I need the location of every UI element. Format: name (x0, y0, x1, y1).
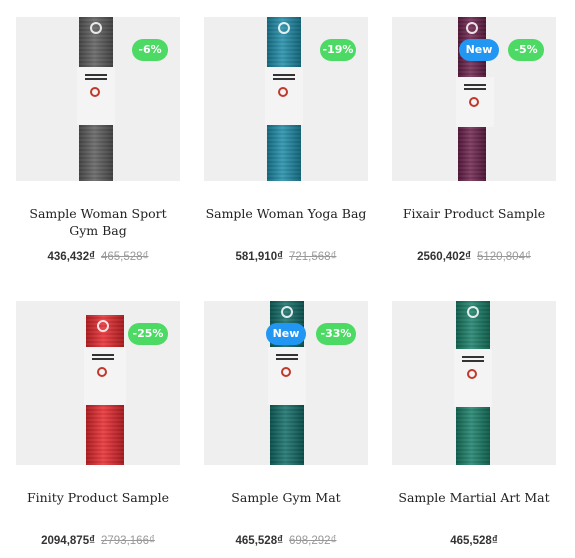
current-price: 436,432₫ (47, 251, 95, 263)
brand-logo-icon (97, 320, 109, 332)
price-row: 581,910₫ 721,568₫ (204, 251, 368, 263)
product-card[interactable]: Sample Martial Art Mat 465,528₫ (392, 301, 556, 547)
brand-logo-icon (281, 306, 293, 318)
product-card[interactable]: -19% Sample Woman Yoga Bag 581,910₫ 721,5… (204, 17, 368, 263)
old-price: 2793,166₫ (101, 535, 155, 547)
old-price: 721,568₫ (289, 251, 337, 263)
product-title[interactable]: Sample Woman Sport Gym Bag (16, 205, 180, 239)
yoga-mat-image (77, 17, 115, 181)
brand-logo-icon (466, 22, 478, 34)
current-price: 2560,402₫ (417, 251, 471, 263)
yoga-mat-image (84, 315, 126, 465)
price-row: 2094,875₫ 2793,166₫ (16, 535, 180, 547)
discount-badge: -19% (320, 39, 356, 61)
product-title[interactable]: Finity Product Sample (16, 489, 180, 523)
product-card[interactable]: New -5% Fixair Product Sample 2560,402₫ 5… (392, 17, 556, 263)
product-title[interactable]: Sample Woman Yoga Bag (204, 205, 368, 239)
product-image[interactable]: New -5% (392, 17, 556, 181)
product-image[interactable] (392, 301, 556, 465)
old-price: 5120,804₫ (477, 251, 531, 263)
product-image[interactable]: New -33% (204, 301, 368, 465)
brand-logo-icon (278, 22, 290, 34)
price-row: 436,432₫ 465,528₫ (16, 251, 180, 263)
product-title[interactable]: Sample Gym Mat (204, 489, 368, 523)
product-image[interactable]: -6% (16, 17, 180, 181)
discount-badge: -6% (132, 39, 168, 61)
price-row: 465,528₫ 698,292₫ (204, 535, 368, 547)
current-price: 465,528₫ (235, 535, 283, 547)
current-price: 2094,875₫ (41, 535, 95, 547)
price-row: 2560,402₫ 5120,804₫ (392, 251, 556, 263)
brand-logo-icon (467, 306, 479, 318)
old-price: 465,528₫ (101, 251, 149, 263)
old-price: 698,292₫ (289, 535, 337, 547)
product-card[interactable]: -6% Sample Woman Sport Gym Bag 436,432₫ 4… (16, 17, 180, 263)
current-price: 581,910₫ (235, 251, 283, 263)
discount-badge: -33% (316, 323, 356, 345)
product-image[interactable]: -19% (204, 17, 368, 181)
yoga-mat-image (265, 17, 303, 181)
current-price: 465,528₫ (450, 535, 498, 547)
product-image[interactable]: -25% (16, 301, 180, 465)
discount-badge: -25% (128, 323, 168, 345)
new-badge: New (266, 323, 306, 345)
new-badge: New (459, 39, 499, 61)
product-title[interactable]: Sample Martial Art Mat (392, 489, 556, 523)
yoga-mat-image (454, 301, 492, 465)
product-card[interactable]: New -33% Sample Gym Mat 465,528₫ 698,292₫ (204, 301, 368, 547)
product-card[interactable]: -25% Finity Product Sample 2094,875₫ 2793… (16, 301, 180, 547)
product-title[interactable]: Fixair Product Sample (392, 205, 556, 239)
brand-logo-icon (90, 22, 102, 34)
discount-badge: -5% (508, 39, 544, 61)
price-row: 465,528₫ (392, 535, 556, 547)
